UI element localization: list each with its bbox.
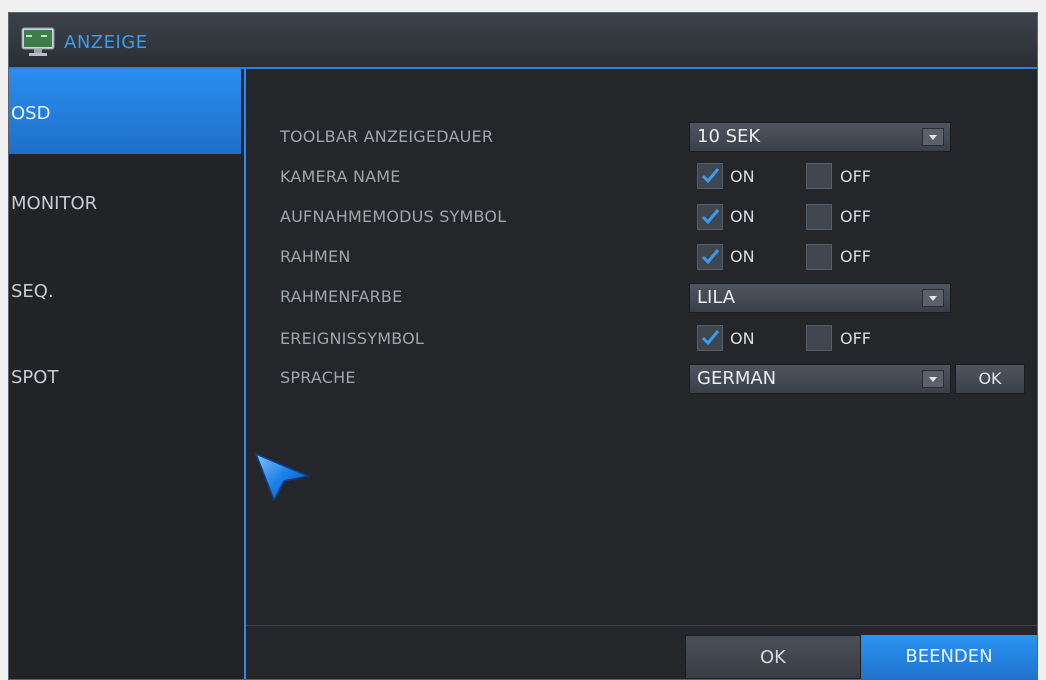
record-mode-on-checkbox[interactable] <box>697 204 723 230</box>
checkmark-icon <box>701 168 720 184</box>
mouse-pointer-icon <box>254 452 312 508</box>
sidebar-item-label: OSD <box>11 103 51 124</box>
checkmark-icon <box>701 249 720 265</box>
camera-name-label: KAMERA NAME <box>280 167 401 186</box>
camera-name-on-checkbox[interactable] <box>697 163 723 189</box>
sidebar-item-monitor[interactable]: MONITOR <box>9 161 241 246</box>
chevron-down-icon[interactable] <box>922 289 944 307</box>
ok-button[interactable]: OK <box>685 635 861 679</box>
language-ok-button[interactable]: OK <box>955 364 1025 394</box>
sidebar-item-label: SEQ. <box>11 281 54 302</box>
chevron-down-icon[interactable] <box>922 128 944 146</box>
frame-on-checkbox[interactable] <box>697 244 723 270</box>
sidebar: OSD MONITOR SEQ. SPOT <box>9 69 246 679</box>
frame-color-value: LILA <box>697 287 736 308</box>
settings-window: ANZEIGE OSD MONITOR SEQ. SPOT TOOLBAR AN… <box>8 12 1038 680</box>
settings-panel: TOOLBAR ANZEIGEDAUER 10 SEK KAMERA NAME … <box>246 69 1037 627</box>
toolbar-duration-label: TOOLBAR ANZEIGEDAUER <box>280 127 494 146</box>
sidebar-item-label: MONITOR <box>11 193 98 214</box>
chevron-down-icon[interactable] <box>922 370 944 388</box>
event-symbol-on-label: ON <box>730 329 755 348</box>
sidebar-item-osd[interactable]: OSD <box>9 69 241 154</box>
event-symbol-on-checkbox[interactable] <box>697 325 723 351</box>
camera-name-off-label: OFF <box>840 167 871 186</box>
sidebar-item-seq[interactable]: SEQ. <box>9 249 241 334</box>
title-bar: ANZEIGE <box>9 13 1037 69</box>
event-symbol-off-checkbox[interactable] <box>806 325 832 351</box>
frame-color-label: RAHMENFARBE <box>280 287 403 306</box>
frame-color-dropdown[interactable]: LILA <box>689 283 951 313</box>
record-mode-symbol-label: AUFNAHMEMODUS SYMBOL <box>280 207 507 226</box>
frame-off-label: OFF <box>840 247 871 266</box>
camera-name-off-checkbox[interactable] <box>806 163 832 189</box>
camera-name-on-label: ON <box>730 167 755 186</box>
event-symbol-off-label: OFF <box>840 329 871 348</box>
record-mode-off-label: OFF <box>840 207 871 226</box>
checkmark-icon <box>701 330 720 346</box>
frame-label: RAHMEN <box>280 247 351 266</box>
sidebar-item-label: SPOT <box>11 367 59 388</box>
language-value: GERMAN <box>697 368 777 389</box>
monitor-icon <box>21 27 55 57</box>
checkmark-icon <box>701 209 720 225</box>
toolbar-duration-value: 10 SEK <box>697 126 761 147</box>
frame-off-checkbox[interactable] <box>806 244 832 270</box>
frame-on-label: ON <box>730 247 755 266</box>
language-label: SPRACHE <box>280 368 356 387</box>
event-symbol-label: EREIGNISSYMBOL <box>280 329 425 348</box>
toolbar-duration-dropdown[interactable]: 10 SEK <box>689 122 951 152</box>
sidebar-item-spot[interactable]: SPOT <box>9 335 241 420</box>
language-dropdown[interactable]: GERMAN <box>689 364 951 394</box>
footer-bar: OK BEENDEN <box>246 625 1037 679</box>
exit-button[interactable]: BEENDEN <box>861 635 1037 679</box>
record-mode-off-checkbox[interactable] <box>806 204 832 230</box>
record-mode-on-label: ON <box>730 207 755 226</box>
window-title: ANZEIGE <box>64 32 148 53</box>
